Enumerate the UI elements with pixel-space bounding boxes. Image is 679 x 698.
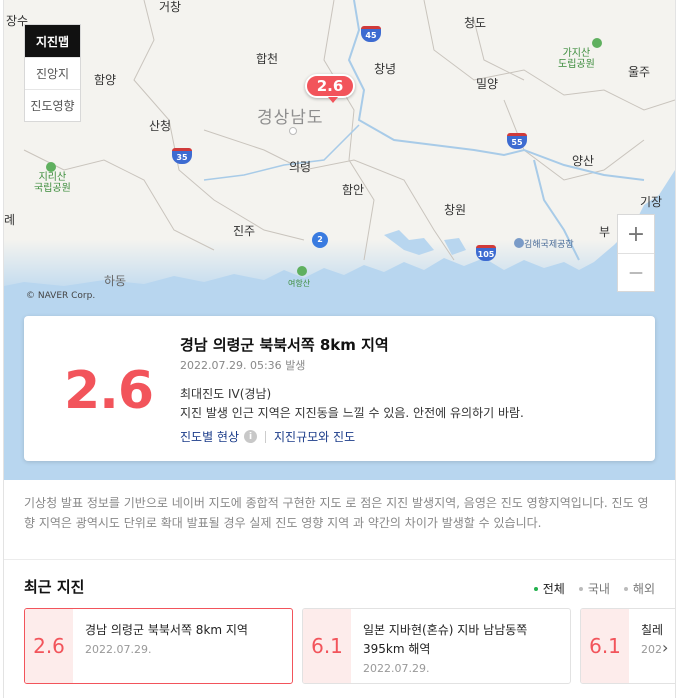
park-icon	[46, 162, 56, 172]
magnitude-and-intensity-link[interactable]: 지진규모와 진도	[274, 428, 355, 445]
city-label-miryang: 밀양	[476, 77, 499, 91]
epicenter-magnitude-marker[interactable]: 2.6	[305, 74, 355, 103]
earthquake-widget: 장수 거창 청도 함양 합천 창녕 밀양 울주 경상남도 산청 의령 함안 양산…	[3, 0, 676, 698]
occurrence-time-value: 2022.07.29. 05:36	[180, 359, 282, 372]
city-label-geochang: 거창	[159, 0, 182, 14]
city-label-changnyeong: 창녕	[374, 62, 397, 76]
map-copyright: © NAVER Corp.	[26, 291, 96, 301]
recent-item-magnitude: 6.1	[303, 609, 351, 683]
intensity-description: 지진 발생 인근 지역은 지진동을 느낄 수 있음. 안전에 유의하기 바람.	[180, 406, 524, 420]
earthquake-location-title: 경남 의령군 북북서쪽 8km 지역	[180, 336, 389, 354]
max-intensity: 최대진도 IV(경남)	[180, 387, 272, 401]
highway-45-icon: 45	[361, 26, 381, 42]
filter-all[interactable]: 전체	[533, 580, 565, 597]
zoom-in-button[interactable]: +	[618, 215, 654, 253]
filter-dot-icon	[578, 586, 583, 591]
recent-item-date: 202	[641, 643, 662, 656]
recent-item-magnitude: 2.6	[25, 609, 73, 683]
city-label-ulju: 울주	[628, 65, 651, 79]
filter-dot-icon	[533, 586, 538, 591]
airport-label-gimhae: 김해국제공항	[524, 240, 574, 250]
highway-35-icon: 35	[172, 148, 192, 164]
section-divider	[4, 559, 675, 560]
recent-item-title: 칠레	[641, 623, 664, 637]
tab-earthquake-map[interactable]: 지진맵	[25, 25, 80, 57]
city-label-sancheong: 산청	[149, 119, 172, 133]
epicenter-dot	[289, 127, 297, 135]
recent-item-title: 경남 의령군 북북서쪽 8km 지역	[85, 623, 248, 637]
city-label-left-edge: 례	[4, 213, 16, 227]
tab-epicenter[interactable]: 진앙지	[25, 57, 80, 89]
highway-55-icon: 55	[507, 133, 527, 149]
city-label-uiryeong: 의령	[289, 160, 312, 174]
zoom-control: + —	[617, 214, 655, 292]
park-icon	[297, 266, 307, 276]
info-icon[interactable]: i	[244, 430, 258, 443]
city-label-cheongdo: 청도	[464, 16, 487, 30]
city-label-hamyang: 함양	[94, 73, 117, 87]
link-divider	[265, 430, 267, 443]
city-label-busan: 부	[599, 225, 611, 239]
occurrence-time-suffix: 발생	[285, 359, 306, 372]
park-label-gajisan: 가지산 도립공원	[558, 48, 595, 70]
earthquake-info-card: 2.6 경남 의령군 북북서쪽 8km 지역 2022.07.29. 05:36…	[24, 316, 655, 461]
recent-item-title: 일본 지바현(혼슈) 지바 남남동쪽 395km 해역	[363, 623, 528, 656]
recent-item-magnitude: 6.1	[581, 609, 629, 683]
province-label-gyeongsangnamdo: 경상남도	[257, 108, 324, 128]
recent-earthquakes-title: 최근 지진	[24, 578, 85, 596]
city-label-changwon: 창원	[444, 203, 467, 217]
city-label-gijang: 기장	[640, 195, 663, 209]
park-icon	[592, 38, 602, 48]
zoom-out-button[interactable]: —	[618, 253, 654, 291]
highway-105-icon: 105	[476, 245, 496, 261]
magnitude-value: 2.6	[64, 361, 154, 421]
airport-icon	[514, 238, 524, 248]
recent-item-date: 2022.07.29.	[363, 662, 430, 675]
filter-overseas[interactable]: 해외	[623, 580, 655, 597]
park-label-jirisan: 지리산 국립공원	[34, 172, 71, 194]
city-label-jinju: 진주	[233, 224, 256, 238]
filter-domestic[interactable]: 국내	[578, 580, 610, 597]
park-label-yeohangsan: 여항산	[288, 279, 311, 288]
city-label-hapcheon: 합천	[256, 52, 279, 66]
filter-dot-icon	[623, 586, 628, 591]
map-notice-text: 기상청 발표 정보를 기반으로 네이버 지도에 종합적 구현한 지도 로 점은 …	[24, 496, 649, 530]
occurrence-time: 2022.07.29. 05:36 발생	[180, 357, 305, 373]
map-view-tabs: 지진맵 진앙지 진도영향	[24, 24, 81, 122]
city-label-haman: 함안	[342, 183, 365, 197]
card-links: 진도별 현상 i 지진규모와 진도	[180, 428, 355, 445]
recent-earthquake-item[interactable]: 2.6 경남 의령군 북북서쪽 8km 지역 2022.07.29.	[24, 608, 293, 684]
chevron-right-icon[interactable]: ›	[662, 638, 668, 657]
intensity-phenomena-link[interactable]: 진도별 현상	[180, 428, 239, 445]
city-label-hadong: 하동	[104, 274, 127, 288]
tab-intensity-impact[interactable]: 진도영향	[25, 89, 80, 121]
filter-domestic-label: 국내	[587, 582, 610, 596]
recent-earthquake-item[interactable]: 6.1 일본 지바현(혼슈) 지바 남남동쪽 395km 해역 2022.07.…	[302, 608, 571, 684]
national-road-2-icon: 2	[312, 232, 328, 248]
filter-overseas-label: 해외	[632, 582, 655, 596]
recent-item-date: 2022.07.29.	[85, 643, 152, 656]
filter-all-label: 전체	[542, 582, 565, 596]
recent-filter-group: 전체 국내 해외	[533, 580, 655, 597]
city-label-yangsan: 양산	[572, 154, 595, 168]
